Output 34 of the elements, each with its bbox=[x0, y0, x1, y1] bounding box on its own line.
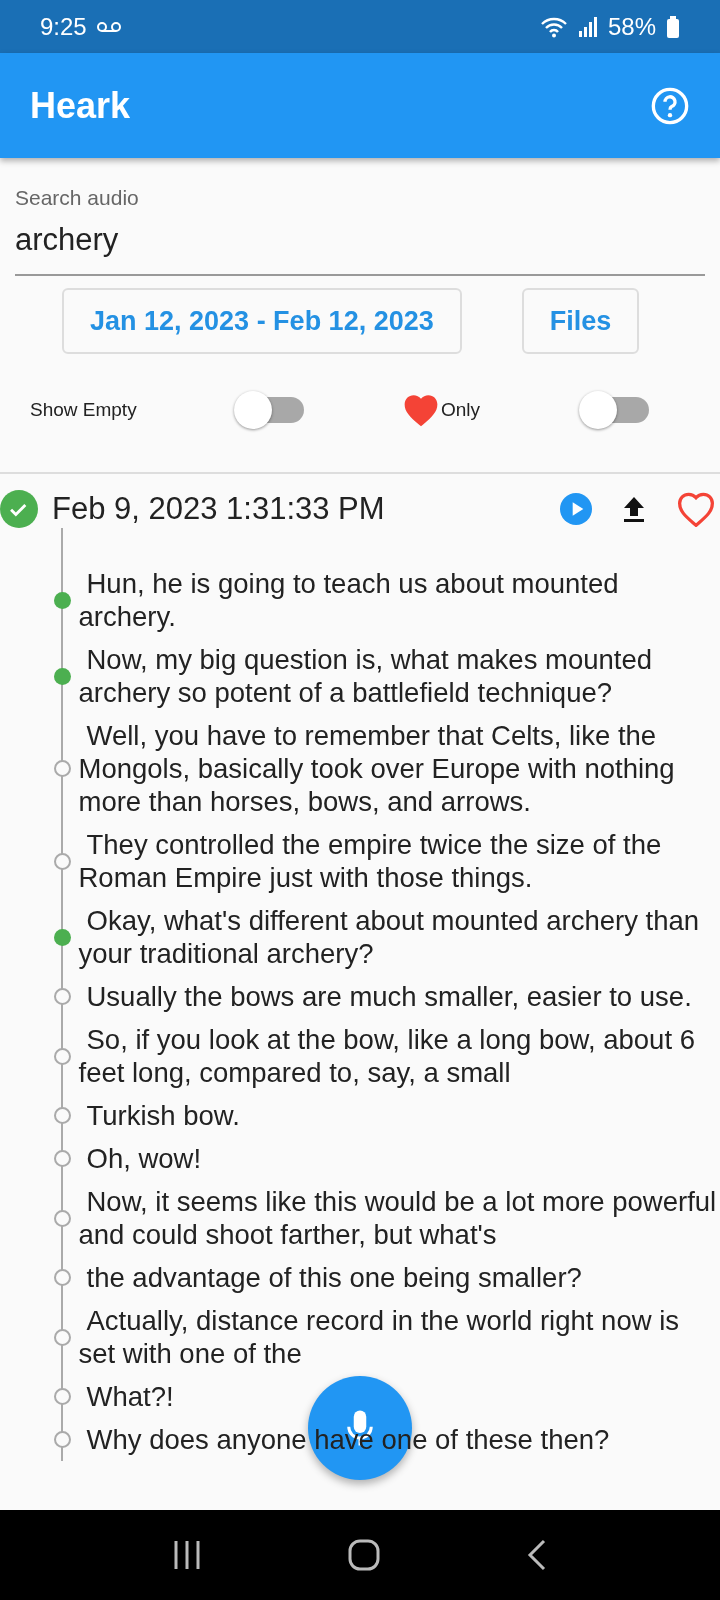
voicemail-icon bbox=[96, 20, 121, 33]
play-icon[interactable] bbox=[560, 493, 592, 525]
battery-icon bbox=[666, 15, 680, 38]
toggle-label: Show Empty bbox=[30, 399, 137, 421]
transcript-line[interactable]: They controlled the empire twice the size of the Roman Empire just with those things. bbox=[70, 828, 720, 894]
favorite-button[interactable] bbox=[676, 491, 716, 527]
transcript-line[interactable]: Usually the bows are much smaller, easier to use. bbox=[70, 980, 720, 1013]
transcript-line[interactable]: Hun, he is going to teach us about mounted archery. bbox=[70, 567, 720, 633]
upload-icon[interactable] bbox=[622, 495, 646, 523]
heart-icon bbox=[676, 491, 716, 527]
transcript-line[interactable]: Okay, what's different about mounted archery than your traditional archery? bbox=[70, 904, 720, 970]
transcript-line[interactable]: What?! bbox=[70, 1380, 720, 1413]
transcript-line[interactable]: Oh, wow! bbox=[70, 1142, 720, 1175]
field-value: archery bbox=[15, 222, 120, 258]
app-title: Heark bbox=[30, 84, 132, 127]
home-icon[interactable] bbox=[347, 1538, 381, 1572]
transcript-line[interactable]: the advantage of this one being smaller? bbox=[70, 1261, 720, 1294]
search-field[interactable]: Search audio archery bbox=[15, 186, 705, 276]
wifi-icon bbox=[539, 15, 568, 38]
toggle-label: Only bbox=[441, 399, 481, 421]
transcript-line[interactable]: So, if you look at the bow, like a long bow, about 6 feet long, compared to, say, a small bbox=[70, 1023, 720, 1089]
transcript-line[interactable]: Now, it seems like this would be a lot more powerful and could shoot farther, but what's bbox=[70, 1185, 720, 1251]
field-label: Search audio bbox=[15, 186, 140, 210]
transcript-line[interactable]: Now, my big question is, what makes mounted archery so potent of a battlefield technique? bbox=[70, 643, 720, 709]
help-icon[interactable] bbox=[650, 85, 690, 126]
back-icon[interactable] bbox=[525, 1538, 548, 1572]
recording-timestamp: Feb 9, 2023 1:31:33 PM bbox=[52, 491, 386, 527]
clock: 9:25 bbox=[40, 12, 87, 41]
recent-apps-icon[interactable] bbox=[172, 1539, 203, 1571]
transcript-line[interactable]: Turkish bow. bbox=[70, 1099, 720, 1132]
battery-percent: 58% bbox=[607, 12, 656, 41]
signal-icon bbox=[577, 16, 598, 37]
transcript-line[interactable]: Actually, distance record in the world right now is set with one of the bbox=[70, 1304, 720, 1370]
transcript-line[interactable]: Well, you have to remember that Celts, like the Mongols, basically took over Europe with nothing more than horses, bows, and arrows. bbox=[70, 719, 720, 818]
